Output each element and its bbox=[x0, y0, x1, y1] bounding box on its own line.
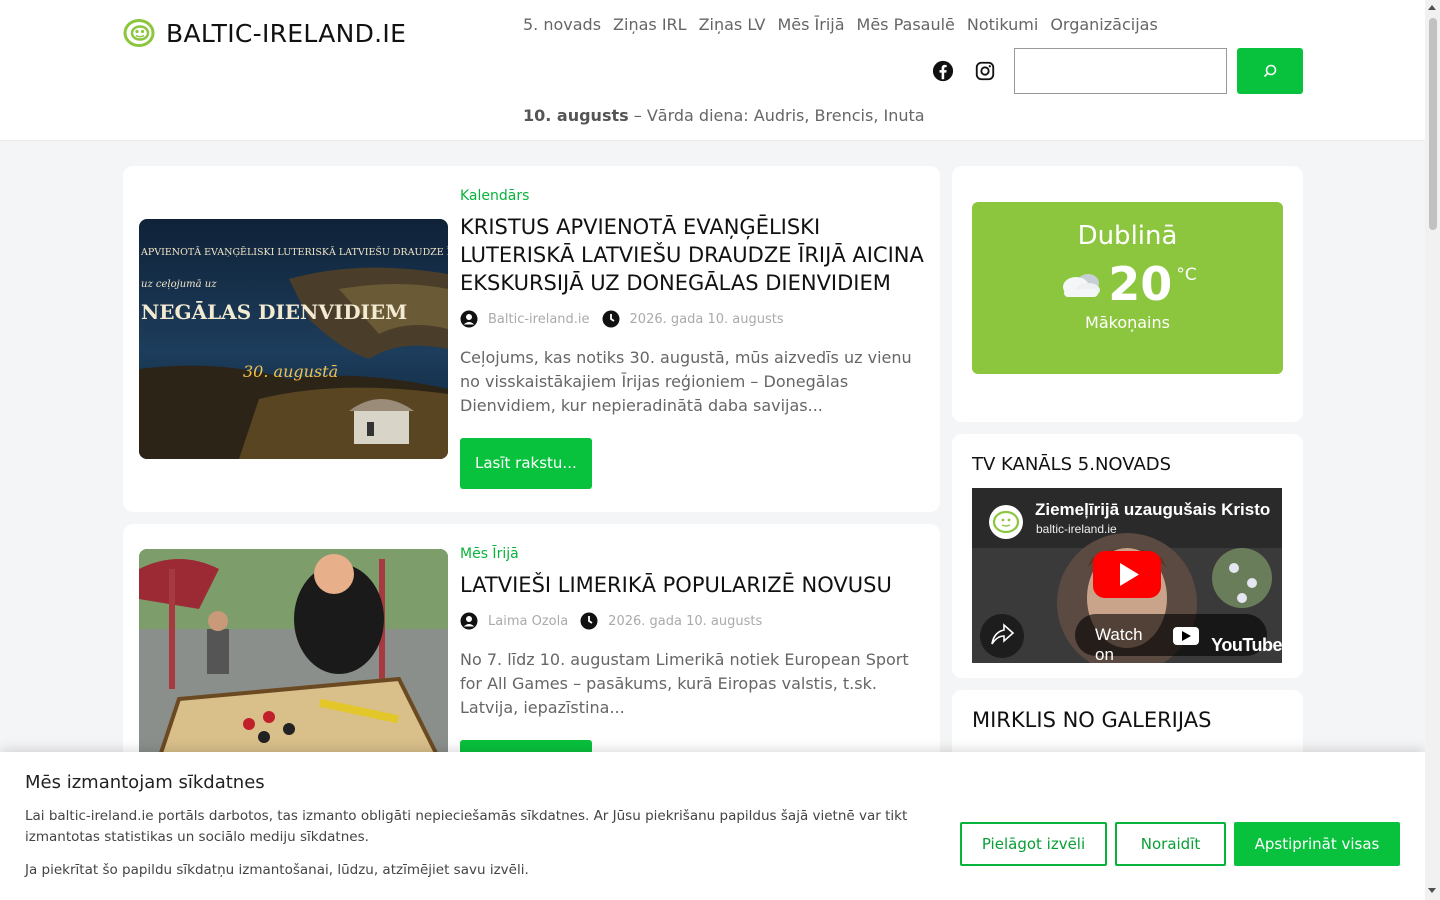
youtube-logo-icon bbox=[1187, 636, 1208, 654]
watch-on-label: Watch on bbox=[1095, 625, 1143, 663]
video-title[interactable]: Ziemeļīrijā uzaugušais Kristo bbox=[1035, 500, 1275, 520]
cookie-text: Lai baltic-ireland.ie portāls darbotos, … bbox=[25, 808, 908, 845]
article-meta: Baltic-ireland.ie 2026. gada 10. augusts bbox=[460, 310, 930, 328]
cloud-icon bbox=[1063, 274, 1101, 297]
article-author[interactable]: Laima Ozola bbox=[488, 614, 568, 629]
cookie-accept-button[interactable]: Apstiprināt visas bbox=[1234, 822, 1400, 866]
name-day-text: – Vārda diena: Audris, Brencis, Inuta bbox=[628, 106, 925, 125]
search-icon bbox=[1263, 64, 1277, 78]
article-title[interactable]: Latvieši Limerikā popularizē novusu bbox=[460, 571, 930, 599]
article-date: 2026. gada 10. augusts bbox=[629, 311, 784, 327]
scroll-down-arrow[interactable] bbox=[1428, 888, 1436, 893]
weather-temperature: 20 bbox=[1108, 257, 1173, 311]
weather-description: Mākoņains bbox=[1085, 313, 1170, 332]
article-card: Mēs Īrijā Latvieši Limerikā popularizē n… bbox=[123, 524, 940, 791]
current-date: 10. augusts bbox=[523, 106, 629, 125]
nav-item-mes-pasaule[interactable]: Mēs Pasaulē bbox=[857, 15, 955, 34]
facebook-icon[interactable] bbox=[932, 60, 954, 82]
image-caption-line4: 30. augustā bbox=[243, 362, 338, 381]
logo-text: BALTIC-IRELAND.IE bbox=[166, 18, 407, 48]
gallery-widget-title: Mirklis no galerijas bbox=[972, 708, 1212, 732]
weather-box: Dublinā 20 °C Mākoņains bbox=[972, 202, 1283, 374]
cookie-reject-button[interactable]: Noraidīt bbox=[1115, 822, 1226, 866]
article-meta: Laima Ozola 2026. gada 10. augusts bbox=[460, 612, 930, 630]
weather-widget: Dublinā 20 °C Mākoņains bbox=[952, 166, 1303, 422]
instagram-icon[interactable] bbox=[974, 60, 996, 82]
image-caption-line3: NEGĀLAS DIENVIDIEM bbox=[141, 300, 407, 324]
tv-channel-widget: TV kanāls 5.novads Ziemeļīrijā uzaug bbox=[952, 434, 1303, 678]
nav-item-5-novads[interactable]: 5. novads bbox=[523, 15, 601, 34]
clock-icon bbox=[602, 310, 620, 328]
article-category[interactable]: Kalendārs bbox=[460, 188, 930, 204]
clock-icon bbox=[580, 612, 598, 630]
article-body: Kalendārs Kristus Apvienotā Evaņģēliski … bbox=[460, 188, 930, 489]
scroll-thumb[interactable] bbox=[1429, 18, 1437, 230]
search-button[interactable] bbox=[1237, 48, 1303, 94]
article-image[interactable]: APVIENOTĀ EVAŅĢĒLISKI LUTERISKĀ LATVIEŠU… bbox=[139, 219, 448, 459]
nav-item-mes-irija[interactable]: Mēs Īrijā bbox=[777, 15, 844, 34]
cookie-customize-button[interactable]: Pielāgot izvēli bbox=[960, 822, 1107, 866]
image-caption-line1: APVIENOTĀ EVAŅĢĒLISKI LUTERISKĀ LATVIEŠU… bbox=[140, 246, 448, 258]
article-category[interactable]: Mēs Īrijā bbox=[460, 546, 930, 562]
article-excerpt: No 7. līdz 10. augustam Limerikā notiek … bbox=[460, 650, 909, 717]
weather-unit: °C bbox=[1176, 265, 1197, 285]
scroll-up-arrow[interactable] bbox=[1428, 5, 1436, 10]
nav-item-zinas-irl[interactable]: Ziņas IRL bbox=[613, 15, 687, 34]
logo-icon bbox=[123, 19, 155, 47]
cookie-text-secondary: Ja piekrītat šo papildu sīkdatņu izmanto… bbox=[25, 862, 529, 878]
cookie-title: Mēs izmantojam sīkdatnes bbox=[25, 772, 265, 793]
article-card: APVIENOTĀ EVAŅĢĒLISKI LUTERISKĀ LATVIEŠU… bbox=[123, 166, 940, 512]
youtube-embed[interactable]: Ziemeļīrijā uzaugušais Kristo baltic-ire… bbox=[972, 488, 1282, 663]
user-icon bbox=[460, 612, 478, 630]
article-image[interactable] bbox=[139, 549, 448, 759]
name-day-line: 10. augusts – Vārda diena: Audris, Brenc… bbox=[523, 106, 925, 125]
youtube-label: YouTube bbox=[1211, 634, 1282, 655]
site-logo[interactable]: BALTIC-IRELAND.IE bbox=[123, 17, 406, 49]
image-caption-line2: uz ceļojumā uz bbox=[141, 279, 217, 290]
nav-item-notikumi[interactable]: Notikumi bbox=[967, 15, 1038, 34]
article-date: 2026. gada 10. augusts bbox=[608, 613, 763, 629]
weather-city: Dublinā bbox=[1077, 221, 1178, 251]
novuss-game-image bbox=[139, 549, 448, 759]
watch-on-youtube[interactable]: Watch on YouTube bbox=[1095, 625, 1282, 663]
main-nav: 5. novads Ziņas IRL Ziņas LV Mēs Īrijā M… bbox=[523, 15, 1170, 34]
article-author[interactable]: Baltic-ireland.ie bbox=[488, 312, 590, 327]
nav-item-zinas-lv[interactable]: Ziņas LV bbox=[699, 15, 766, 34]
user-icon bbox=[460, 310, 478, 328]
nav-item-organizacijas[interactable]: Organizācijas bbox=[1050, 15, 1157, 34]
video-channel: baltic-ireland.ie bbox=[1036, 522, 1117, 536]
article-excerpt: Ceļojums, kas notiks 30. augustā, mūs ai… bbox=[460, 348, 912, 415]
tv-widget-title: TV kanāls 5.novads bbox=[972, 454, 1172, 475]
search-input[interactable] bbox=[1014, 48, 1227, 94]
site-header: BALTIC-IRELAND.IE 5. novads Ziņas IRL Zi… bbox=[0, 0, 1425, 141]
read-more-button[interactable]: Lasīt rakstu... bbox=[460, 438, 592, 489]
page-scrollbar[interactable] bbox=[1425, 0, 1440, 900]
article-title[interactable]: Kristus Apvienotā Evaņģēliski Luteriskā … bbox=[460, 213, 930, 297]
cookie-banner: Mēs izmantojam sīkdatnes Lai baltic-irel… bbox=[0, 752, 1425, 900]
donegal-coast-image: APVIENOTĀ EVAŅĢĒLISKI LUTERISKĀ LATVIEŠU… bbox=[139, 219, 448, 459]
